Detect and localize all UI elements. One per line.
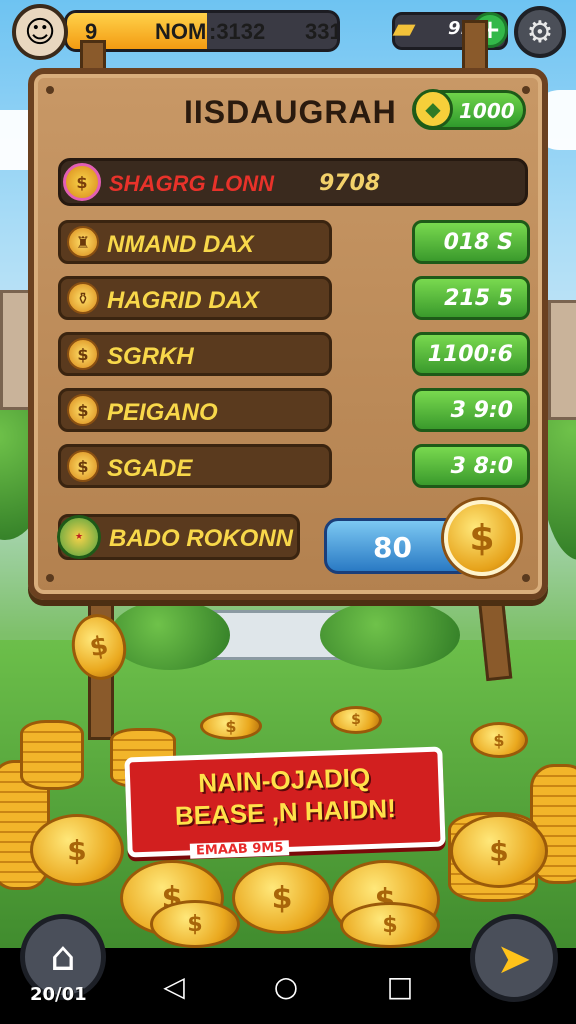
home-icon: ⌂	[50, 934, 76, 980]
board-title: IISDAUGRAH	[184, 94, 397, 130]
settings-button[interactable]: ⚙	[514, 6, 566, 58]
coin-icon: $	[67, 450, 99, 482]
player-label: NOM	[155, 19, 207, 44]
circle-home-icon[interactable]: ○	[268, 968, 304, 1004]
square-recent-icon[interactable]: □	[382, 968, 418, 1004]
send-arrow-icon: ➤	[496, 933, 532, 983]
price-button[interactable]: 215 5	[412, 276, 530, 320]
shop-item-0: ♜ NMAND DAX	[58, 220, 332, 264]
collect-value: 80	[373, 531, 412, 564]
bonus-label: BADO ROKONN	[109, 525, 293, 552]
coin-icon: $	[232, 862, 332, 934]
xp-text: :3132	[209, 19, 266, 44]
item-label: SGADE	[107, 455, 193, 482]
shop-item-2: $ SGRKH	[58, 332, 332, 376]
price-button[interactable]: 1100:6	[412, 332, 530, 376]
coin-icon: $	[67, 338, 99, 370]
coin-icon: $	[63, 163, 101, 201]
nail	[46, 86, 54, 94]
badge-icon: ★	[57, 515, 101, 559]
price-button[interactable]: 3 9:0	[412, 388, 530, 432]
item-label: SGRKH	[107, 343, 194, 370]
coin-icon: $	[330, 706, 382, 734]
nail	[522, 86, 530, 94]
coin-icon: $	[30, 814, 124, 886]
balance-pill: ◆ 1000	[412, 89, 526, 130]
coin-icon: $	[150, 900, 240, 948]
item-label: NMAND DAX	[107, 231, 254, 258]
item-label: HAGRID DAX	[107, 287, 260, 314]
nail	[522, 574, 530, 582]
featured-value: 9708	[319, 171, 381, 196]
balance-value: 1000	[459, 99, 515, 123]
shop-item-1: ⚱ HAGRID DAX	[58, 276, 332, 320]
gem-icon: ◆	[413, 89, 453, 129]
coin-icon: $	[67, 394, 99, 426]
item-label: PEIGANO	[107, 399, 218, 426]
bonus-row: ★ BADO ROKONN	[57, 514, 300, 560]
coin-icon: $	[200, 712, 262, 740]
house	[548, 300, 576, 420]
avatar[interactable]: ☺	[12, 4, 68, 60]
gold-bars-icon: ▰	[392, 10, 416, 46]
bush	[110, 600, 230, 670]
pot-icon: ⚱	[67, 282, 99, 314]
gear-icon: ⚙	[526, 14, 554, 50]
nail	[46, 574, 54, 582]
bush	[320, 600, 460, 670]
shop-board: IISDAUGRAH ◆ 1000 $ SHAGRG LONN 9708 ♜ N…	[28, 68, 548, 600]
shop-item-4: $ SGADE	[58, 444, 332, 488]
shop-item-3: $ PEIGANO	[58, 388, 332, 432]
trophy-icon: ♜	[67, 226, 99, 258]
featured-row[interactable]: $ SHAGRG LONN 9708	[58, 158, 528, 206]
home-label: 20/01	[30, 984, 87, 1005]
triangle-back-icon[interactable]: ◁	[156, 968, 192, 1004]
featured-label: SHAGRG LONN	[109, 171, 274, 196]
coin-icon: $	[450, 814, 548, 888]
send-button[interactable]: ➤	[470, 914, 558, 1002]
coin-icon: $	[470, 722, 528, 758]
xp-extra: 331	[305, 19, 340, 44]
coin-stack	[20, 720, 84, 790]
coin-icon: $	[340, 902, 440, 948]
price-button[interactable]: 018 S	[412, 220, 530, 264]
big-coin-icon[interactable]: $	[444, 500, 520, 576]
price-button[interactable]: 3 8:0	[412, 444, 530, 488]
